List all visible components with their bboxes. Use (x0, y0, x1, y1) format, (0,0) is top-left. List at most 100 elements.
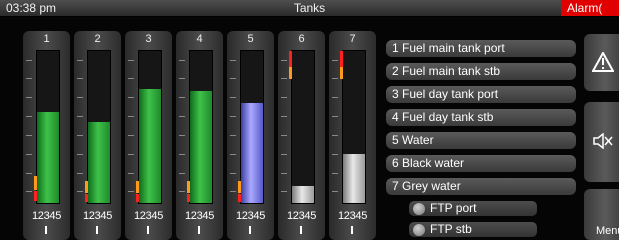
scale-tick (332, 60, 338, 61)
tank-label-2[interactable]: 2 Fuel main tank stb (386, 63, 576, 80)
scale-tick (332, 135, 338, 136)
top-status-bar: 03:38 pm Tanks Alarm( (0, 0, 619, 17)
scale-tick (230, 173, 236, 174)
scale-tick (230, 78, 236, 79)
alarm-limit-marker (85, 194, 88, 202)
scale-tick (179, 173, 185, 174)
tank-footer-marker (147, 226, 149, 234)
tank-number: 1 (43, 33, 50, 45)
tank-gauge-1[interactable]: 1 12345 (23, 31, 70, 240)
scale-tick (230, 154, 236, 155)
tank-footer-digits: 12345 (235, 210, 266, 222)
scale-tick (281, 60, 287, 61)
menu-label: Menu (596, 225, 619, 237)
scale-tick (332, 173, 338, 174)
ftp-port-toggle[interactable]: FTP port (409, 201, 537, 216)
scale-tick (128, 135, 134, 136)
scale-tick (26, 116, 32, 117)
tank-number: 7 (349, 33, 356, 45)
tank-tube (34, 50, 60, 204)
level-scale (230, 50, 238, 202)
tank-gauge-4[interactable]: 4 12345 (176, 31, 223, 240)
tank-label-3[interactable]: 3 Fuel day tank port (386, 86, 576, 103)
alarm-limit-marker (238, 181, 241, 193)
tank-footer-marker (249, 226, 251, 234)
scale-tick (77, 116, 83, 117)
scale-tick (179, 60, 185, 61)
tank-footer-marker (300, 226, 302, 234)
scale-tick (77, 154, 83, 155)
menu-button[interactable]: Menu (584, 189, 619, 240)
scale-tick (128, 97, 134, 98)
alarm-limit-marker (289, 67, 292, 79)
scale-tick (230, 135, 236, 136)
tank-level-fill (88, 122, 110, 203)
scale-tick (281, 135, 287, 136)
scale-tick (230, 191, 236, 192)
tank-footer-digits: 12345 (31, 210, 62, 222)
scale-tick (281, 78, 287, 79)
alarm-warning-button[interactable] (584, 34, 619, 91)
tank-footer-digits: 12345 (286, 210, 317, 222)
alarm-limit-marker (187, 181, 190, 193)
tank-gauge-2[interactable]: 2 12345 (74, 31, 121, 240)
tank-level-fill (241, 103, 263, 203)
scale-tick (26, 191, 32, 192)
ftp-stb-toggle[interactable]: FTP stb (409, 222, 537, 237)
scale-tick (332, 78, 338, 79)
tank-footer-marker (45, 226, 47, 234)
scale-tick (281, 173, 287, 174)
tank-level-fill (37, 112, 59, 203)
tank-number: 2 (94, 33, 101, 45)
tank-level-fill (292, 186, 314, 203)
scale-tick (332, 116, 338, 117)
scale-tick (128, 154, 134, 155)
warning-triangle-icon (592, 52, 614, 72)
tank-gauge-3[interactable]: 3 12345 (125, 31, 172, 240)
level-scale (26, 50, 34, 202)
tank-number: 4 (196, 33, 203, 45)
scale-tick (179, 191, 185, 192)
tank-label-4[interactable]: 4 Fuel day tank stb (386, 109, 576, 126)
alarm-indicator[interactable]: Alarm( (561, 0, 619, 16)
alarm-limit-marker (85, 181, 88, 193)
scale-tick (230, 97, 236, 98)
tank-tube (136, 50, 162, 204)
scale-tick (179, 154, 185, 155)
tank-tube (85, 50, 111, 204)
scale-tick (26, 78, 32, 79)
scale-tick (26, 154, 32, 155)
level-scale (332, 50, 340, 202)
alarm-limit-marker (136, 194, 139, 202)
tank-level-fill (139, 89, 161, 203)
ftp-port-label: FTP port (430, 201, 477, 215)
tank-label-1[interactable]: 1 Fuel main tank port (386, 40, 576, 57)
tank-label-7[interactable]: 7 Grey water (386, 178, 576, 195)
tank-tube (187, 50, 213, 204)
alarm-limit-marker (238, 194, 241, 202)
scale-tick (26, 135, 32, 136)
tank-label-6[interactable]: 6 Black water (386, 155, 576, 172)
mute-button[interactable] (584, 102, 619, 182)
tank-gauge-6[interactable]: 6 12345 (278, 31, 325, 240)
scale-tick (77, 135, 83, 136)
scale-tick (128, 78, 134, 79)
ftp-stb-label: FTP stb (430, 222, 472, 236)
tank-number: 3 (145, 33, 152, 45)
scale-tick (128, 191, 134, 192)
alarm-limit-marker (340, 67, 343, 79)
tank-gauge-5[interactable]: 5 12345 (227, 31, 274, 240)
tank-gauge-7[interactable]: 7 12345 (329, 31, 376, 240)
tank-label-5[interactable]: 5 Water (386, 132, 576, 149)
scale-tick (281, 154, 287, 155)
scale-tick (77, 191, 83, 192)
tank-tube (289, 50, 315, 204)
tank-footer-digits: 12345 (337, 210, 368, 222)
page-title: Tanks (293, 1, 326, 15)
scale-tick (128, 173, 134, 174)
scale-tick (26, 60, 32, 61)
alarm-limit-marker (340, 51, 343, 67)
scale-tick (281, 116, 287, 117)
tank-tube (340, 50, 366, 204)
scale-tick (179, 97, 185, 98)
